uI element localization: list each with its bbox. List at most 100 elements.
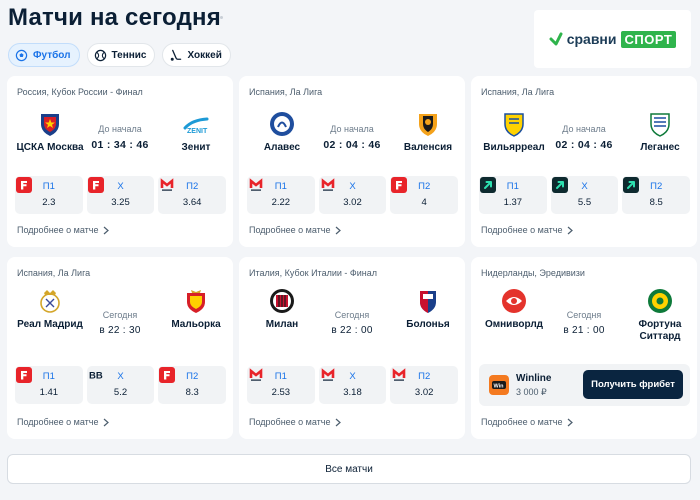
tab-football[interactable]: Футбол <box>8 43 80 67</box>
odd-key: П2 <box>186 181 199 192</box>
match-time: Сегодня в 21 : 00 <box>549 310 619 336</box>
brand-mark-icon <box>549 32 563 46</box>
match-details-link[interactable]: Подробнее о матче <box>481 417 573 427</box>
away-team[interactable]: Болонья <box>393 287 463 331</box>
odd-key: П1 <box>274 181 287 192</box>
odd-key: П1 <box>42 371 55 382</box>
home-team[interactable]: Вильярреал <box>479 110 549 154</box>
away-team[interactable]: Фортуна Ситтард <box>625 287 695 343</box>
match-details-link[interactable]: Подробнее о матче <box>249 417 341 427</box>
odd-p1[interactable]: П1 1.41 <box>15 366 83 404</box>
odd-x[interactable]: Х 5.5 <box>550 176 619 214</box>
team-name: Мальорка <box>171 319 221 330</box>
brand-sport: СПОРТ <box>620 30 677 48</box>
villarreal-logo <box>504 113 524 137</box>
get-freebet-button[interactable]: Получить фрибет <box>583 370 683 399</box>
bookmaker-promo: Win Winline 3 000 ₽ Получить фрибет <box>479 364 690 406</box>
team-name: Валенсия <box>403 142 453 153</box>
odd-key: Х <box>349 371 356 382</box>
odd-p2[interactable]: П2 8.5 <box>622 176 691 214</box>
match-card[interactable]: Испания, Ла Лига Реал Мадрид Сегодня в 2… <box>7 257 233 439</box>
match-card[interactable]: Нидерланды, Эредивизи Омниворлд Сегодня … <box>471 257 697 439</box>
match-details-link[interactable]: Подробнее о матче <box>481 225 573 235</box>
team-name: Болонья <box>406 319 450 330</box>
odd-value: 5.5 <box>577 197 592 208</box>
odd-value: 3.25 <box>111 197 130 208</box>
tab-label: Теннис <box>111 49 147 61</box>
home-team[interactable]: ЦСКА Москва <box>15 110 85 154</box>
chevron-right-icon <box>567 418 573 426</box>
odd-key: П1 <box>506 181 519 192</box>
odd-x[interactable]: Х 3.25 <box>86 176 155 214</box>
link-label: Подробнее о матче <box>249 225 331 235</box>
odd-key: П2 <box>418 371 431 382</box>
away-team[interactable]: ZENIT Зенит <box>161 110 231 154</box>
home-team[interactable]: Алавес <box>247 110 317 154</box>
status-label: Сегодня <box>566 310 602 320</box>
match-time: Сегодня в 22 : 00 <box>317 310 387 336</box>
match-card[interactable]: Россия, Кубок России - Финал ЦСКА Москва… <box>7 76 233 247</box>
tab-tennis[interactable]: Теннис <box>86 43 156 67</box>
odd-value: 2.22 <box>271 197 291 208</box>
match-details-link[interactable]: Подробнее о матче <box>17 417 109 427</box>
chevron-right-icon <box>103 226 109 234</box>
odd-key: П2 <box>186 371 199 382</box>
home-team[interactable]: Реал Мадрид <box>15 287 85 331</box>
team-name: Леганес <box>640 142 680 153</box>
odd-p2[interactable]: П2 3.02 <box>390 366 459 404</box>
odd-p1[interactable]: П1 2.53 <box>247 366 315 404</box>
match-card[interactable]: Испания, Ла Лига Алавес До начала 02 : 0… <box>239 76 465 247</box>
match-card[interactable]: Испания, Ла Лига Вильярреал До начала 02… <box>471 76 697 247</box>
odd-value: 8.3 <box>185 387 199 398</box>
odds-row: П1 1.41 Х 5.2 П2 8.3 <box>15 366 227 404</box>
odd-key: Х <box>117 371 124 382</box>
odd-value: 2.53 <box>271 387 291 398</box>
team-name: Зенит <box>181 142 211 153</box>
soccer-ball-icon <box>15 49 28 61</box>
cska-logo <box>41 114 59 136</box>
alaves-logo <box>270 112 294 136</box>
match-details-link[interactable]: Подробнее о матче <box>249 225 341 235</box>
status-label: Сегодня <box>102 310 138 320</box>
odd-value: 2.3 <box>42 197 56 208</box>
home-team[interactable]: Милан <box>247 287 317 331</box>
odd-p2[interactable]: П2 3.64 <box>158 176 227 214</box>
odd-p2[interactable]: П2 8.3 <box>158 366 227 404</box>
countdown: 02 : 04 : 46 <box>323 139 381 151</box>
away-team[interactable]: Леганес <box>625 110 695 154</box>
odd-p1[interactable]: П1 1.37 <box>479 176 547 214</box>
chevron-right-icon <box>567 226 573 234</box>
odd-x[interactable]: Х 5.2 <box>86 366 155 404</box>
status-label: Сегодня <box>334 310 370 320</box>
status-label: До начала <box>562 124 606 134</box>
all-matches-button[interactable]: Все матчи <box>7 454 691 484</box>
odd-p1[interactable]: П1 2.3 <box>15 176 83 214</box>
fortuna-logo <box>648 289 672 313</box>
match-details-link[interactable]: Подробнее о матче <box>17 225 109 235</box>
home-team[interactable]: Омниворлд <box>479 287 549 331</box>
odd-value: 3.02 <box>343 197 362 208</box>
brand-banner[interactable]: сравни СПОРТ <box>534 10 691 68</box>
title-dot <box>220 16 223 19</box>
team-name: Милан <box>265 319 299 330</box>
odd-x[interactable]: Х 3.18 <box>318 366 387 404</box>
chevron-right-icon <box>335 418 341 426</box>
team-name: Фортуна Ситтард <box>638 319 682 342</box>
tennis-ball-icon <box>94 49 106 61</box>
away-team[interactable]: Валенсия <box>393 110 463 154</box>
odd-p1[interactable]: П1 2.22 <box>247 176 315 214</box>
odd-key: Х <box>117 181 124 192</box>
zenit-logo: ZENIT <box>183 117 209 135</box>
odds-row: П1 2.3 Х 3.25 П2 3.64 <box>15 176 227 214</box>
league-label: Нидерланды, Эредивизи <box>481 268 585 278</box>
match-card[interactable]: Италия, Кубок Италии - Финал Милан Сегод… <box>239 257 465 439</box>
status-label: До начала <box>330 124 374 134</box>
odd-p2[interactable]: П2 4 <box>390 176 459 214</box>
mallorca-logo <box>187 290 205 313</box>
link-label: Подробнее о матче <box>249 417 331 427</box>
odd-value: 3.02 <box>414 387 434 398</box>
kickoff-time: в 22 : 00 <box>331 325 373 336</box>
tab-hockey[interactable]: Хоккей <box>162 43 231 67</box>
odd-x[interactable]: Х 3.02 <box>318 176 387 214</box>
away-team[interactable]: Мальорка <box>161 287 231 331</box>
